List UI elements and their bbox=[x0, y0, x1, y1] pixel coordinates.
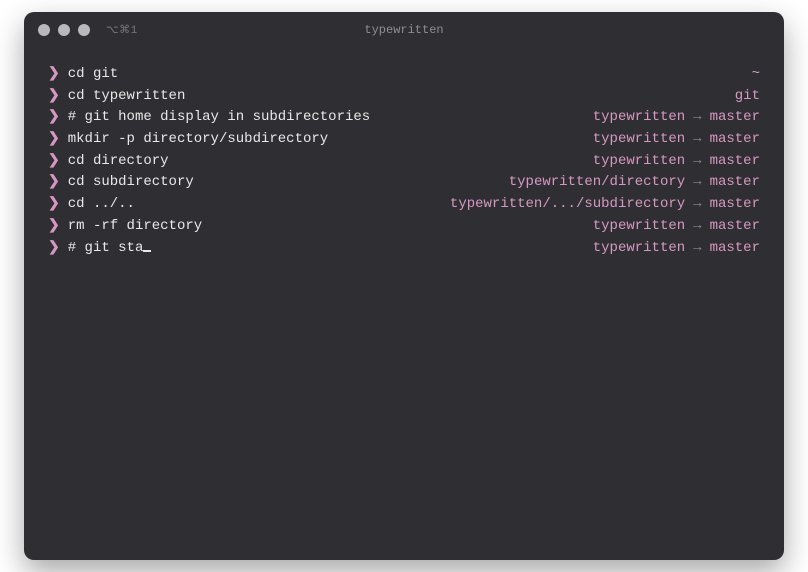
terminal-line: ❯ mkdir -p directory/subdirectory typewrit… bbox=[48, 129, 760, 151]
traffic-light-minimize[interactable] bbox=[58, 24, 70, 36]
command-text: cd typewritten bbox=[68, 86, 186, 108]
prompt-left: ❯ cd subdirectory bbox=[48, 172, 194, 194]
prompt-right: ~ bbox=[752, 64, 760, 86]
command-text: # git sta bbox=[68, 238, 144, 260]
terminal-window: ⌥⌘1 typewritten ❯ cd git ~ ❯ cd typewritten g… bbox=[24, 12, 784, 560]
command-text: rm -rf directory bbox=[68, 216, 202, 238]
prompt-right: typewritten → master bbox=[593, 107, 760, 129]
titlebar: ⌥⌘1 typewritten bbox=[24, 12, 784, 48]
arrow-icon: → bbox=[693, 129, 701, 151]
command-text: # git home display in subdirectories bbox=[68, 107, 370, 129]
prompt-left: ❯ cd typewritten bbox=[48, 86, 185, 108]
prompt-left: ❯ cd ../.. bbox=[48, 194, 135, 216]
cwd-text: typewritten/.../subdirectory bbox=[450, 194, 685, 216]
terminal-line: ❯ cd ../.. typewritten/.../subdirectory → ma… bbox=[48, 194, 760, 216]
arrow-icon: → bbox=[693, 107, 701, 129]
prompt-caret-icon: ❯ bbox=[48, 129, 60, 151]
prompt-right: typewritten/.../subdirectory → master bbox=[450, 194, 760, 216]
prompt-caret-icon: ❯ bbox=[48, 107, 60, 129]
prompt-left: ❯ rm -rf directory bbox=[48, 216, 202, 238]
arrow-icon: → bbox=[693, 172, 701, 194]
command-text: cd subdirectory bbox=[68, 172, 194, 194]
prompt-caret-icon: ❯ bbox=[48, 172, 60, 194]
prompt-caret-icon: ❯ bbox=[48, 86, 60, 108]
git-branch: master bbox=[710, 107, 760, 129]
prompt-left: ❯ # git home display in subdirectories bbox=[48, 107, 370, 129]
prompt-right: typewritten → master bbox=[593, 151, 760, 173]
traffic-light-close[interactable] bbox=[38, 24, 50, 36]
cwd-text: typewritten/directory bbox=[509, 172, 685, 194]
arrow-icon: → bbox=[693, 216, 701, 238]
git-branch: master bbox=[710, 151, 760, 173]
cwd-text: ~ bbox=[752, 64, 760, 86]
terminal-line: ❯ # git sta typewritten → master bbox=[48, 238, 760, 260]
window-title: typewritten bbox=[24, 23, 784, 37]
prompt-caret-icon: ❯ bbox=[48, 238, 60, 260]
command-text: cd git bbox=[68, 64, 118, 86]
git-branch: master bbox=[710, 129, 760, 151]
prompt-caret-icon: ❯ bbox=[48, 216, 60, 238]
arrow-icon: → bbox=[693, 194, 701, 216]
command-text: mkdir -p directory/subdirectory bbox=[68, 129, 328, 151]
prompt-right: typewritten → master bbox=[593, 238, 760, 260]
cwd-text: git bbox=[735, 86, 760, 108]
cwd-text: typewritten bbox=[593, 238, 685, 260]
prompt-left: ❯ cd directory bbox=[48, 151, 169, 173]
git-branch: master bbox=[710, 238, 760, 260]
prompt-left: ❯ cd git bbox=[48, 64, 118, 86]
terminal-line: ❯ # git home display in subdirectories typ… bbox=[48, 107, 760, 129]
arrow-icon: → bbox=[693, 238, 701, 260]
prompt-caret-icon: ❯ bbox=[48, 64, 60, 86]
prompt-right: typewritten → master bbox=[593, 216, 760, 238]
prompt-left: ❯ # git sta bbox=[48, 238, 151, 260]
prompt-right: typewritten/directory → master bbox=[509, 172, 760, 194]
cwd-text: typewritten bbox=[593, 216, 685, 238]
arrow-icon: → bbox=[693, 151, 701, 173]
terminal-line: ❯ cd typewritten git bbox=[48, 86, 760, 108]
prompt-right: git bbox=[735, 86, 760, 108]
command-text: cd directory bbox=[68, 151, 169, 173]
prompt-caret-icon: ❯ bbox=[48, 151, 60, 173]
prompt-left: ❯ mkdir -p directory/subdirectory bbox=[48, 129, 328, 151]
cwd-text: typewritten bbox=[593, 107, 685, 129]
cwd-text: typewritten bbox=[593, 129, 685, 151]
text-cursor bbox=[143, 250, 151, 252]
traffic-lights bbox=[38, 24, 90, 36]
terminal-line: ❯ cd subdirectory typewritten/directory → ma… bbox=[48, 172, 760, 194]
terminal-body[interactable]: ❯ cd git ~ ❯ cd typewritten git ❯ # git home di… bbox=[24, 48, 784, 560]
terminal-line: ❯ cd git ~ bbox=[48, 64, 760, 86]
traffic-light-zoom[interactable] bbox=[78, 24, 90, 36]
titlebar-hint: ⌥⌘1 bbox=[106, 23, 138, 37]
terminal-line: ❯ rm -rf directory typewritten → master bbox=[48, 216, 760, 238]
prompt-caret-icon: ❯ bbox=[48, 194, 60, 216]
cwd-text: typewritten bbox=[593, 151, 685, 173]
git-branch: master bbox=[710, 172, 760, 194]
git-branch: master bbox=[710, 216, 760, 238]
git-branch: master bbox=[710, 194, 760, 216]
command-text: cd ../.. bbox=[68, 194, 135, 216]
terminal-line: ❯ cd directory typewritten → master bbox=[48, 151, 760, 173]
prompt-right: typewritten → master bbox=[593, 129, 760, 151]
